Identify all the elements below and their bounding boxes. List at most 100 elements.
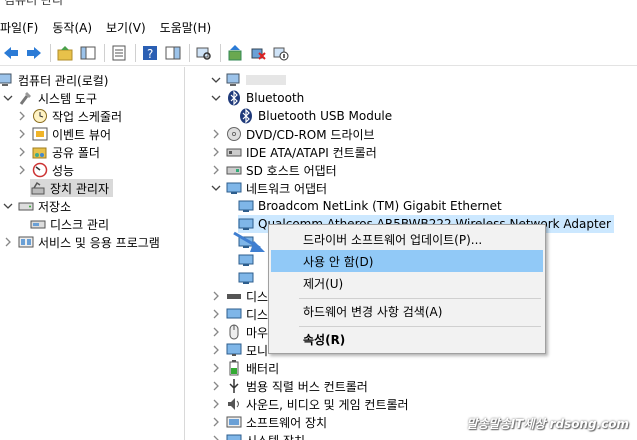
category-system-devices[interactable]: 시스템 장치 <box>210 431 305 440</box>
chevron-down-icon[interactable] <box>210 182 222 194</box>
ide-controller-icon <box>226 144 242 160</box>
menu-item-disable[interactable]: 사용 안 함(D) <box>271 250 543 272</box>
category-ide[interactable]: IDE ATA/ATAPI 컨트롤러 <box>210 143 377 161</box>
category-partial-1[interactable]: 디스 <box>210 287 268 305</box>
category-partial-4[interactable]: 모니 <box>210 341 268 359</box>
tree-item-root[interactable]: 컴퓨터 관리(로컬) <box>0 71 108 89</box>
menu-file[interactable]: 파일(F) <box>0 19 46 36</box>
event-viewer-icon <box>32 126 48 142</box>
chevron-right-icon[interactable] <box>16 110 28 122</box>
toolbar-separator <box>135 43 136 62</box>
show-hide-icon[interactable] <box>164 44 182 62</box>
disable-icon[interactable] <box>272 44 290 62</box>
category-label-ide: IDE ATA/ATAPI 컨트롤러 <box>246 145 377 160</box>
network-adapter-icon <box>226 180 242 196</box>
chevron-right-icon[interactable] <box>210 128 222 140</box>
bluetooth-icon <box>238 108 254 124</box>
category-battery[interactable]: 배터리 <box>210 359 279 377</box>
category-software-devices[interactable]: 소프트웨어 장치 <box>210 413 327 431</box>
category-label-partial-4: 모니 <box>246 343 269 358</box>
tree-item-services[interactable]: 서비스 및 응용 프로그램 <box>2 233 160 251</box>
chevron-down-icon[interactable] <box>210 92 222 104</box>
chevron-right-icon[interactable] <box>210 416 222 428</box>
chevron-right-icon[interactable] <box>210 290 222 302</box>
sd-host-icon <box>226 162 242 178</box>
device-bluetooth-usb[interactable]: Bluetooth USB Module <box>238 107 392 125</box>
tree-label-event-viewer: 이벤트 뷰어 <box>52 127 112 142</box>
speaker-icon <box>226 396 242 412</box>
category-partial-3[interactable]: 마우 <box>210 323 268 341</box>
chevron-right-icon[interactable] <box>16 146 28 158</box>
back-icon[interactable] <box>2 44 20 62</box>
menu-separator <box>299 298 541 299</box>
chevron-right-icon[interactable] <box>16 164 28 176</box>
up-folder-icon[interactable] <box>56 44 74 62</box>
chevron-down-icon[interactable] <box>2 92 14 104</box>
category-label-system-devices: 시스템 장치 <box>246 432 305 440</box>
device-tree-root[interactable] <box>210 71 286 89</box>
category-label-partial-3: 마우 <box>246 325 269 340</box>
category-partial-2[interactable]: 디스 <box>210 305 268 323</box>
device-network-hidden-3[interactable] <box>238 269 258 287</box>
category-dvd[interactable]: DVD/CD-ROM 드라이브 <box>210 125 375 143</box>
toolbar-separator <box>104 43 105 62</box>
menu-help[interactable]: 도움말(H) <box>160 19 220 36</box>
chevron-right-icon[interactable] <box>210 326 222 338</box>
chevron-right-icon[interactable] <box>210 344 222 356</box>
chevron-right-icon[interactable] <box>210 146 222 158</box>
tree-item-shared-folders[interactable]: 공유 폴더 <box>16 143 100 161</box>
console-tree-icon[interactable] <box>79 44 97 62</box>
uninstall-icon[interactable] <box>249 44 267 62</box>
console-tree: 컴퓨터 관리(로컬) 시스템 도구 작업 스케줄러 이벤트 뷰어 공유 폴더 성 <box>0 67 185 440</box>
menu-item-update-driver[interactable]: 드라이버 소프트웨어 업데이트(P)... <box>271 228 543 250</box>
menu-view[interactable]: 보기(V) <box>106 19 154 36</box>
menu-item-uninstall[interactable]: 제거(U) <box>271 272 543 294</box>
chevron-right-icon[interactable] <box>210 164 222 176</box>
shared-folder-icon <box>32 144 48 160</box>
chevron-right-icon[interactable] <box>210 434 222 440</box>
tree-item-performance[interactable]: 성능 <box>16 161 74 179</box>
context-menu: 드라이버 소프트웨어 업데이트(P)... 사용 안 함(D) 제거(U) 하드… <box>268 224 546 354</box>
tools-icon <box>18 90 34 106</box>
forward-icon[interactable] <box>25 44 43 62</box>
category-label-battery: 배터리 <box>246 361 280 376</box>
chevron-right-icon[interactable] <box>210 362 222 374</box>
chevron-down-icon[interactable] <box>2 200 14 212</box>
device-broadcom[interactable]: Broadcom NetLink (TM) Gigabit Ethernet <box>238 197 502 215</box>
category-sound[interactable]: 사운드, 비디오 및 게임 컨트롤러 <box>210 395 409 413</box>
update-driver-icon[interactable] <box>226 44 244 62</box>
tree-item-device-manager[interactable]: 장치 관리자 <box>30 179 114 197</box>
menu-item-scan-hardware[interactable]: 하드웨어 변경 사항 검색(A) <box>271 300 543 322</box>
menu-action[interactable]: 동작(A) <box>52 19 100 36</box>
properties-icon[interactable] <box>110 44 128 62</box>
tree-item-event-viewer[interactable]: 이벤트 뷰어 <box>16 125 111 143</box>
chevron-right-icon[interactable] <box>16 128 28 140</box>
category-serial-bus[interactable]: 범용 직렬 버스 컨트롤러 <box>210 377 368 395</box>
tree-item-task-scheduler[interactable]: 작업 스케줄러 <box>16 107 122 125</box>
category-label-partial-1: 디스 <box>246 289 269 304</box>
category-network[interactable]: 네트워크 어댑터 <box>210 179 327 197</box>
category-label-sd: SD 호스트 어댑터 <box>246 163 337 178</box>
bluetooth-icon <box>226 90 242 106</box>
toolbar-separator <box>189 43 190 62</box>
battery-icon <box>226 360 242 376</box>
monitor-icon <box>226 342 242 358</box>
tree-item-storage[interactable]: 저장소 <box>2 197 71 215</box>
chevron-right-icon[interactable] <box>210 380 222 392</box>
tree-item-system-tools[interactable]: 시스템 도구 <box>2 89 97 107</box>
toolbar-separator <box>50 43 51 62</box>
chevron-right-icon[interactable] <box>210 308 222 320</box>
chevron-right-icon[interactable] <box>2 236 14 248</box>
help-icon[interactable]: ? <box>141 44 159 62</box>
tree-item-disk-management[interactable]: 디스크 관리 <box>30 215 109 233</box>
scan-hardware-icon[interactable] <box>195 44 213 62</box>
chevron-down-icon[interactable] <box>210 74 222 86</box>
chevron-right-icon[interactable] <box>210 398 222 410</box>
category-bluetooth[interactable]: Bluetooth <box>210 89 304 107</box>
network-adapter-icon <box>238 198 254 214</box>
menu-item-properties[interactable]: 속성(R) <box>271 328 543 350</box>
category-label-sound: 사운드, 비디오 및 게임 컨트롤러 <box>246 397 409 412</box>
device-label-broadcom: Broadcom NetLink (TM) Gigabit Ethernet <box>258 199 502 213</box>
dvd-drive-icon <box>226 126 242 142</box>
category-sd[interactable]: SD 호스트 어댑터 <box>210 161 337 179</box>
